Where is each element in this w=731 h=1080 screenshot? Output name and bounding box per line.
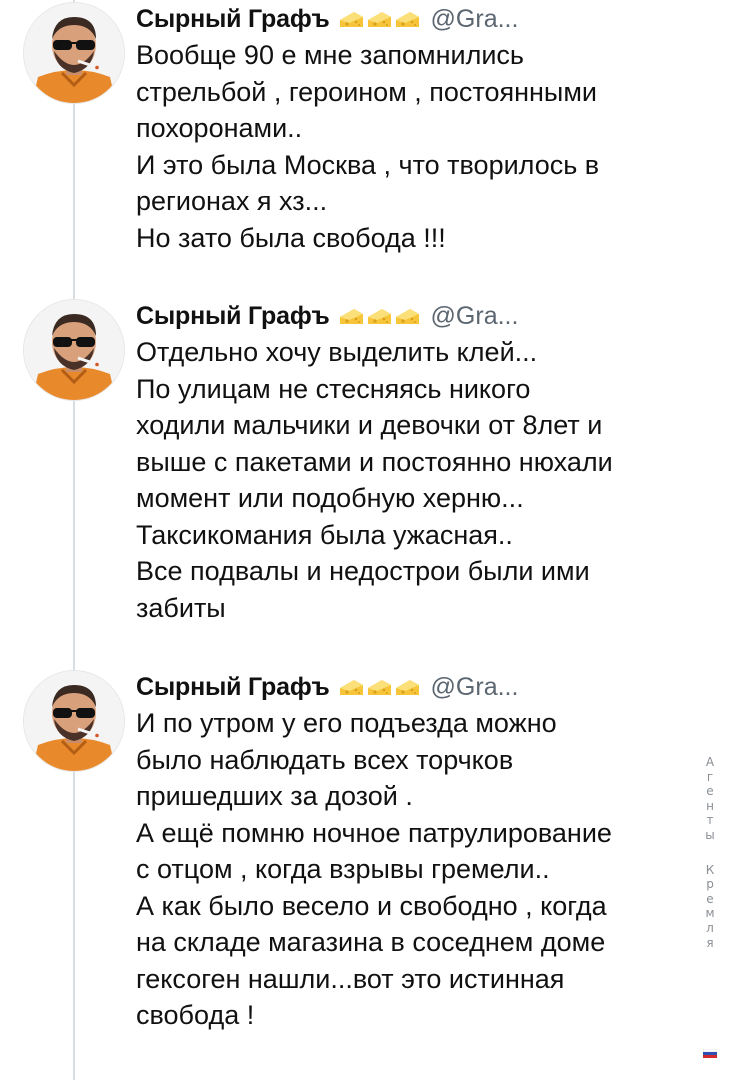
avatar-image: [24, 300, 124, 400]
cheese-icon: [339, 12, 363, 27]
name-badges: [338, 676, 421, 698]
tweet-text: Вообще 90 е мне запомнились стрельбой , …: [136, 40, 600, 253]
watermark-letter: я: [706, 935, 714, 950]
watermark-letter: т: [706, 813, 714, 828]
watermark-letter: м: [705, 906, 715, 921]
cheese-icon: [395, 309, 419, 324]
watermark-letter: р: [706, 877, 714, 892]
russia-flag-icon: [703, 1049, 717, 1058]
watermark-letter: г: [706, 769, 714, 784]
tweet-text: Отдельно хочу выделить клей... По улицам…: [136, 337, 613, 623]
cheese-icon: [367, 309, 391, 324]
avatar-image: [24, 3, 124, 103]
cheese-icon: [367, 680, 391, 695]
cheese-icon: [395, 12, 419, 27]
avatar[interactable]: [24, 671, 124, 771]
cheese-icon: [339, 680, 363, 695]
watermark-letter: К: [705, 862, 715, 877]
watermark-letter: ы: [705, 827, 715, 842]
author-handle[interactable]: @Gra...: [431, 673, 519, 702]
author-handle[interactable]: @Gra...: [431, 302, 519, 331]
author-name[interactable]: Сырный Графъ: [136, 302, 330, 331]
watermark-letter: А: [705, 755, 715, 769]
avatar[interactable]: [24, 300, 124, 400]
watermark-letter: л: [706, 920, 714, 935]
cheese-icon: [367, 12, 391, 27]
cheese-icon: [339, 309, 363, 324]
tweet-text: И по утром у его подъезда можно было наб…: [136, 708, 612, 1030]
name-badges: [338, 305, 421, 327]
watermark-letter: е: [706, 784, 714, 799]
watermark-letter: е: [706, 891, 714, 906]
thread-connector-line: [73, 0, 75, 1080]
avatar-image: [24, 671, 124, 771]
vertical-watermark: А г е н т ы К р е м л я: [702, 755, 718, 950]
watermark-letter: н: [706, 798, 714, 813]
author-name[interactable]: Сырный Графъ: [136, 673, 330, 702]
author-name[interactable]: Сырный Графъ: [136, 5, 330, 34]
name-badges: [338, 8, 421, 30]
avatar[interactable]: [24, 3, 124, 103]
cheese-icon: [395, 680, 419, 695]
author-handle[interactable]: @Gra...: [431, 5, 519, 34]
